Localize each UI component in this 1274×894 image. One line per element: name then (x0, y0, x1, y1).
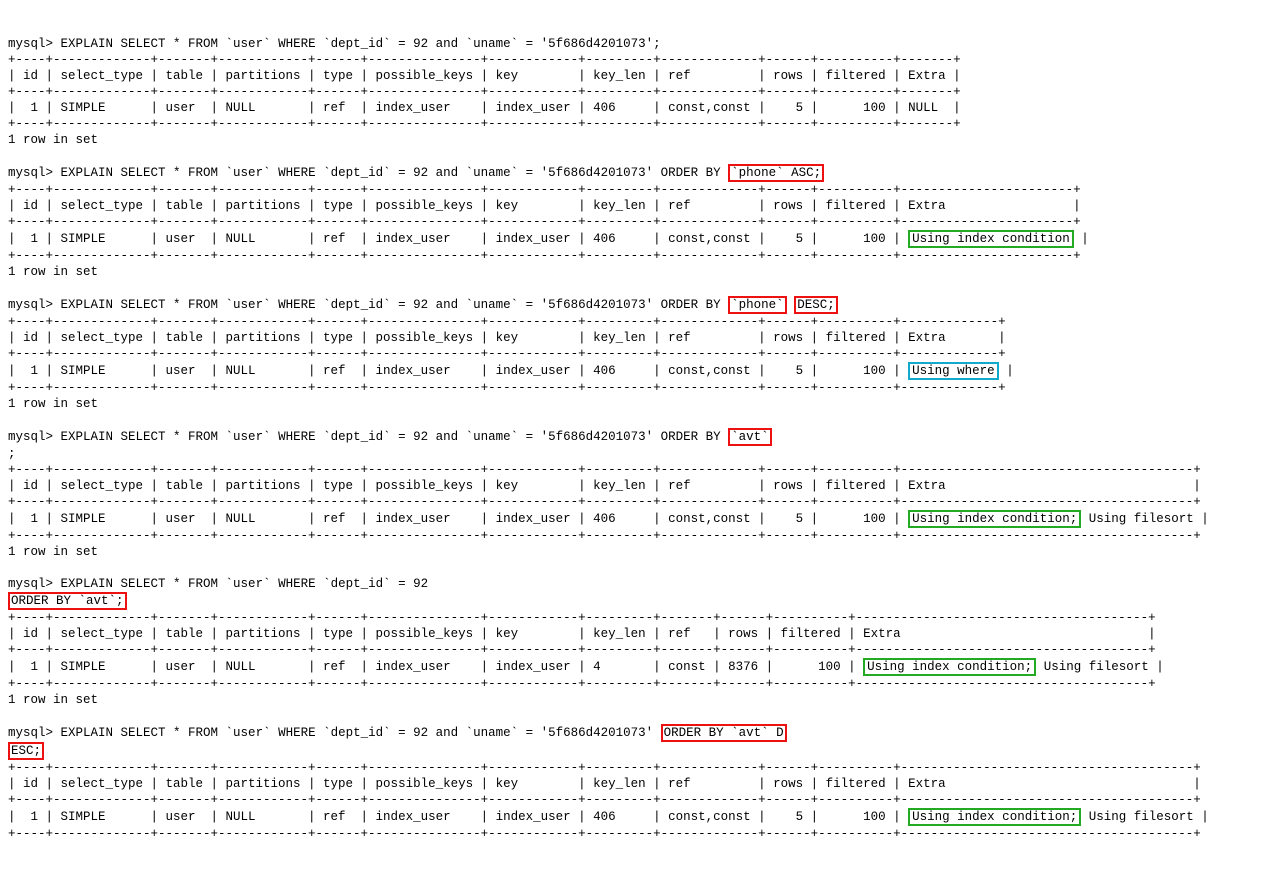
prompt: mysql> (8, 726, 53, 740)
orderby-text: ORDER BY (653, 298, 728, 312)
table-sep: +----+-------------+-------+------------… (8, 529, 1201, 543)
terminal-output: mysql> EXPLAIN SELECT * FROM `user` WHER… (8, 36, 1270, 842)
table-sep: +----+-------------+-------+------------… (8, 117, 961, 131)
rowcount: 1 row in set (8, 133, 98, 147)
rowcount: 1 row in set (8, 397, 98, 411)
table-header: | id | select_type | table | partitions … (8, 69, 961, 83)
table-sep: +----+-------------+-------+------------… (8, 643, 1156, 657)
table-sep: +----+-------------+-------+------------… (8, 827, 1201, 841)
highlight-using-where: Using where (908, 362, 999, 380)
table-row-pre: | 1 | SIMPLE | user | NULL | ref | index… (8, 810, 901, 824)
table-row-post: | (1081, 232, 1089, 246)
table-header: | id | select_type | table | partitions … (8, 199, 1081, 213)
rowcount: 1 row in set (8, 545, 98, 559)
sql-query: EXPLAIN SELECT * FROM `user` WHERE `dept… (61, 726, 654, 740)
table-row: | 1 | SIMPLE | user | NULL | ref | index… (8, 101, 961, 115)
extra-filesort: Using filesort | (1081, 810, 1209, 824)
table-sep: +----+-------------+-------+------------… (8, 677, 1156, 691)
prompt: mysql> (8, 577, 53, 591)
table-sep: +----+-------------+-------+------------… (8, 315, 1006, 329)
highlight-using-index-condition: Using index condition; (863, 658, 1036, 676)
sql-query: EXPLAIN SELECT * FROM `user` WHERE `dept… (61, 166, 654, 180)
semicolon: ; (653, 37, 661, 51)
highlight-using-index-condition: Using index condition; (908, 808, 1081, 826)
table-header: | id | select_type | table | partitions … (8, 627, 1156, 641)
table-sep: +----+-------------+-------+------------… (8, 611, 1156, 625)
table-sep: +----+-------------+-------+------------… (8, 495, 1201, 509)
table-row-pre: | 1 | SIMPLE | user | NULL | ref | index… (8, 512, 901, 526)
table-sep: +----+-------------+-------+------------… (8, 793, 1201, 807)
table-header: | id | select_type | table | partitions … (8, 331, 1006, 345)
prompt: mysql> (8, 37, 53, 51)
rowcount: 1 row in set (8, 693, 98, 707)
table-row-pre: | 1 | SIMPLE | user | NULL | ref | index… (8, 364, 901, 378)
highlight-avt: `avt` (728, 428, 772, 446)
table-sep: +----+-------------+-------+------------… (8, 215, 1081, 229)
highlight-esc: ESC; (8, 742, 44, 760)
prompt: mysql> (8, 166, 53, 180)
sql-query: EXPLAIN SELECT * FROM `user` WHERE `dept… (61, 298, 654, 312)
table-header: | id | select_type | table | partitions … (8, 777, 1201, 791)
highlight-phone-asc: `phone` ASC; (728, 164, 824, 182)
table-sep: +----+-------------+-------+------------… (8, 183, 1081, 197)
rowcount: 1 row in set (8, 265, 98, 279)
table-row-post: | (1006, 364, 1014, 378)
table-sep: +----+-------------+-------+------------… (8, 347, 1006, 361)
extra-filesort: Using filesort | (1081, 512, 1209, 526)
highlight-phone: `phone` (728, 296, 787, 314)
table-row-pre: | 1 | SIMPLE | user | NULL | ref | index… (8, 660, 856, 674)
orderby-text: ORDER BY (653, 430, 728, 444)
sql-query: EXPLAIN SELECT * FROM `user` WHERE `dept… (61, 430, 654, 444)
highlight-orderby-avt-line: ORDER BY `avt`; (8, 592, 127, 610)
table-sep: +----+-------------+-------+------------… (8, 463, 1201, 477)
table-sep: +----+-------------+-------+------------… (8, 249, 1081, 263)
table-sep: +----+-------------+-------+------------… (8, 85, 961, 99)
sql-query: EXPLAIN SELECT * FROM `user` WHERE `dept… (61, 577, 429, 591)
extra-filesort: Using filesort | (1036, 660, 1164, 674)
table-row-pre: | 1 | SIMPLE | user | NULL | ref | index… (8, 232, 901, 246)
highlight-desc: DESC; (794, 296, 838, 314)
table-sep: +----+-------------+-------+------------… (8, 381, 1006, 395)
prompt: mysql> (8, 430, 53, 444)
highlight-orderby-avt-desc: ORDER BY `avt` D (661, 724, 787, 742)
table-sep: +----+-------------+-------+------------… (8, 53, 961, 67)
orderby-text: ORDER BY (653, 166, 728, 180)
semicolon: ; (8, 447, 16, 461)
highlight-using-index-condition: Using index condition; (908, 510, 1081, 528)
table-sep: +----+-------------+-------+------------… (8, 761, 1201, 775)
sql-query: EXPLAIN SELECT * FROM `user` WHERE `dept… (61, 37, 654, 51)
table-header: | id | select_type | table | partitions … (8, 479, 1201, 493)
prompt: mysql> (8, 298, 53, 312)
highlight-using-index-condition: Using index condition (908, 230, 1074, 248)
